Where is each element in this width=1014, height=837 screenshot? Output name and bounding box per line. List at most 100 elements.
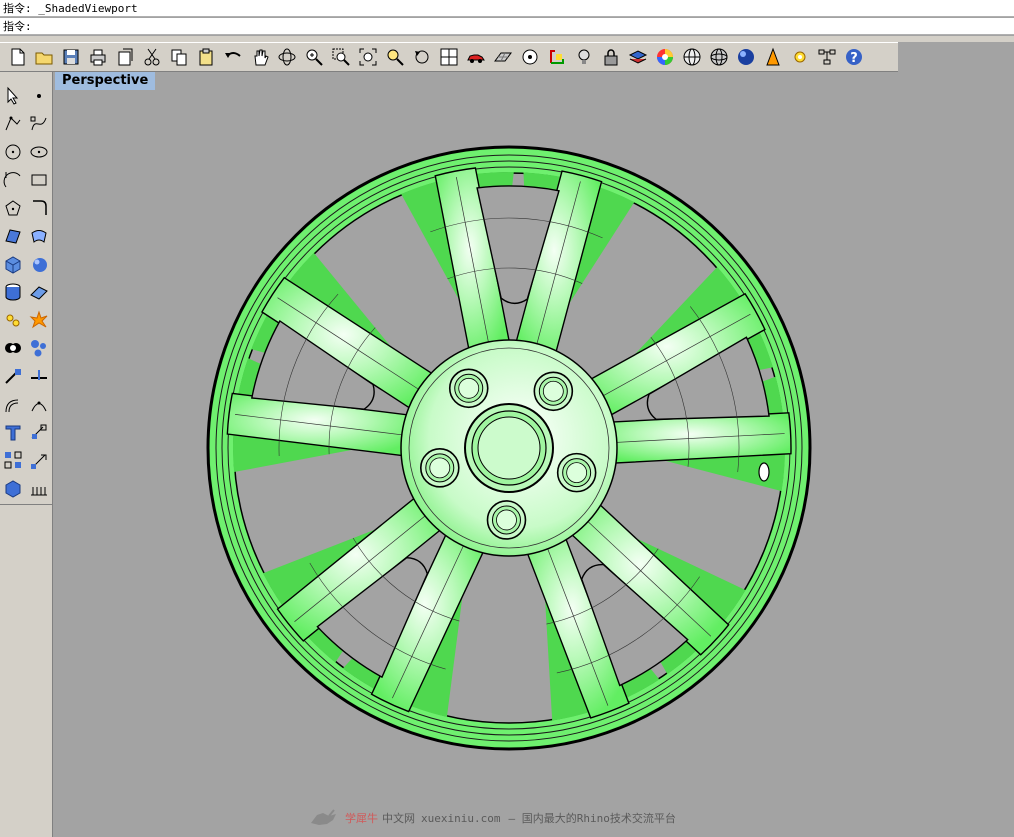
cut-button[interactable] [139,45,164,70]
watermark: 学犀牛 中文网 xuexiniu.com – 国内最大的Rhino技术交流平台 [309,807,676,829]
zoom-dynamic-button[interactable] [301,45,326,70]
dimension-button[interactable] [26,446,52,474]
four-viewports-icon [440,48,457,66]
select-arrow-icon [7,86,19,105]
lock-button[interactable] [598,45,623,70]
open-folder-button[interactable] [31,45,56,70]
boolean-split-icon [31,340,46,357]
offset-icon [5,399,19,413]
render-mesh-button[interactable] [26,474,52,502]
svg-text:?: ? [850,51,858,66]
trim-button[interactable] [0,362,26,390]
curve-icon [30,116,47,131]
surface-loft-icon [31,230,47,243]
copy-button[interactable] [166,45,191,70]
text-button[interactable] [0,418,26,446]
copy-icon [171,49,186,66]
undo-button[interactable] [220,45,245,70]
command-prompt-label: 指令: [3,20,32,33]
new-file-icon [11,48,24,66]
help-button[interactable]: ? [841,45,866,70]
ellipse-button[interactable] [26,138,52,166]
viewport-title-tab[interactable]: Perspective [55,72,156,90]
cylinder-solid-button[interactable] [0,278,26,306]
array-button[interactable] [0,446,26,474]
fillet-button[interactable] [26,194,52,222]
zoom-extents-button[interactable] [355,45,380,70]
curve-button[interactable] [26,110,52,138]
grid-plane-icon [493,52,512,62]
box-solid-button[interactable] [0,250,26,278]
command-prompt-line: 指令: [0,18,1014,35]
gumball-icon [549,50,564,64]
undo-view-button[interactable] [409,45,434,70]
surface-loft-button[interactable] [26,222,52,250]
cut-icon [144,48,159,66]
ellipse-icon [30,146,48,158]
zoom-window-button[interactable] [328,45,353,70]
blend-button[interactable] [26,390,52,418]
viewport-perspective[interactable]: Perspective 学犀牛 中文网 xuexiniu.com – 国内最大的… [53,72,1014,837]
cylinder-solid-icon [5,283,21,301]
polygon-button[interactable] [0,194,26,222]
split-button[interactable] [26,362,52,390]
new-file-button[interactable] [4,45,29,70]
rectangle-button[interactable] [26,166,52,194]
move-button[interactable] [26,418,52,446]
car-button[interactable] [463,45,488,70]
arc-button[interactable] [0,166,26,194]
block-button[interactable] [0,474,26,502]
polyline-button[interactable] [0,110,26,138]
zoom-selected-button[interactable] [382,45,407,70]
pan-hand-icon [253,49,269,66]
four-viewports-button[interactable] [436,45,461,70]
osnap-button[interactable] [517,45,542,70]
save-disk-icon [63,49,78,65]
toolbar-empty-area [898,42,1014,72]
options-gear-button[interactable] [787,45,812,70]
paste-button[interactable] [193,45,218,70]
wheel-lug-hole-ring [566,462,588,484]
pan-hand-button[interactable] [247,45,272,70]
explode-icon [6,314,20,327]
explode-button[interactable] [0,306,26,334]
mesh-sphere-icon [710,48,727,66]
trim-icon [5,369,21,384]
polygon-icon [5,200,21,216]
plane-surface-button[interactable] [26,278,52,306]
wheel-center-cap [477,416,541,480]
render-button[interactable] [760,45,785,70]
command-input[interactable] [38,18,439,32]
boolean-split-button[interactable] [26,334,52,362]
import-button[interactable] [112,45,137,70]
zoom-window-icon [332,48,350,66]
select-arrow-button[interactable] [0,82,26,110]
point-button[interactable] [26,82,52,110]
print-button[interactable] [85,45,110,70]
grid-plane-button[interactable] [490,45,515,70]
wheel-lug-hole-ring [458,377,480,399]
surface-corner-button[interactable] [0,222,26,250]
save-disk-button[interactable] [58,45,83,70]
burst-button[interactable] [26,306,52,334]
wireframe-sphere-button[interactable] [679,45,704,70]
color-wheel-button[interactable] [652,45,677,70]
gumball-button[interactable] [544,45,569,70]
tree-structure-button[interactable] [814,45,839,70]
mesh-sphere-button[interactable] [706,45,731,70]
light-bulb-button[interactable] [571,45,596,70]
layer-button[interactable] [625,45,650,70]
circle-button[interactable] [0,138,26,166]
standard-toolbar: ? [0,42,898,72]
rotate-view-button[interactable] [274,45,299,70]
polyline-icon [5,116,21,131]
wheel-model[interactable] [53,72,1014,837]
shaded-sphere-button[interactable] [733,45,758,70]
sphere-solid-button[interactable] [26,250,52,278]
layer-icon [628,50,647,64]
rhino-logo-icon [311,809,336,825]
rectangle-icon [31,174,47,186]
offset-button[interactable] [0,390,26,418]
osnap-icon [522,49,537,65]
boolean-union-button[interactable] [0,334,26,362]
